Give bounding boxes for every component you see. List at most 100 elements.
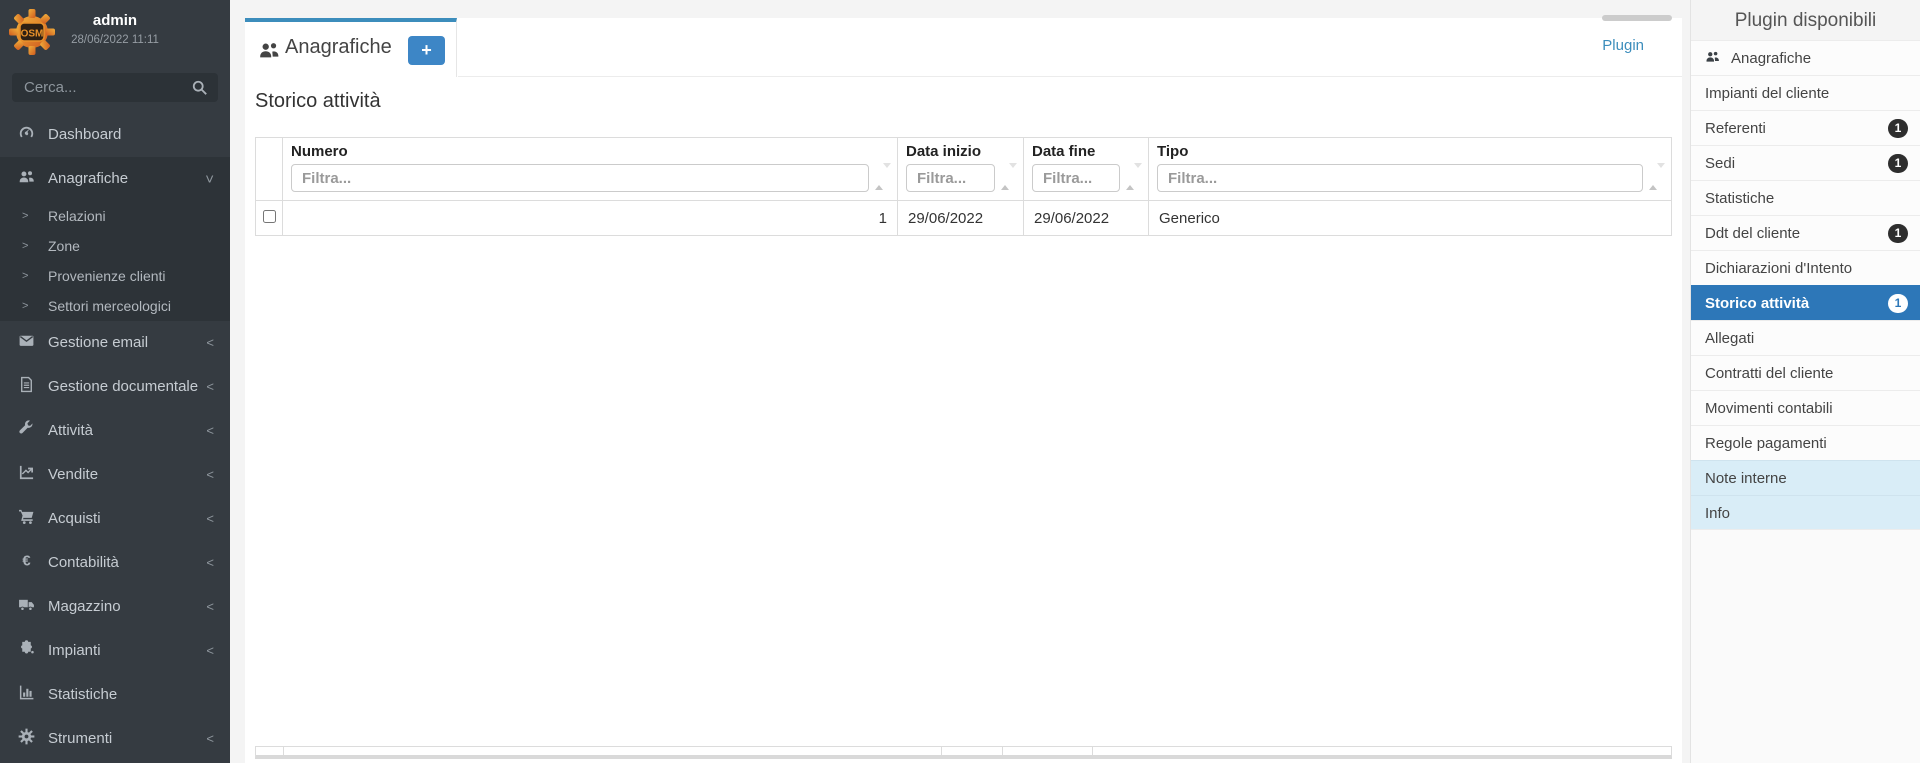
section-title: Storico attività bbox=[255, 90, 381, 113]
column-label: Data fine bbox=[1032, 143, 1140, 160]
plugin-link[interactable]: Plugin bbox=[1602, 37, 1644, 54]
plugin-item-allegati[interactable]: Allegati bbox=[1691, 320, 1920, 355]
sort-icon[interactable] bbox=[1126, 168, 1136, 185]
sidebar-item-gestione-documentale[interactable]: Gestione documentale bbox=[0, 365, 230, 409]
row-checkbox[interactable] bbox=[263, 210, 276, 223]
plugin-item-label: Info bbox=[1705, 505, 1730, 522]
main-area: Anagrafiche + Plugin Storico attività Nu… bbox=[230, 0, 1690, 763]
scrollbar-thumb[interactable] bbox=[1602, 15, 1672, 21]
sidebar-item-magazzino[interactable]: Magazzino bbox=[0, 585, 230, 629]
sidebar-subitem-settori-merceologici[interactable]: Settori merceologici bbox=[0, 291, 230, 321]
chevron-left-icon bbox=[206, 409, 214, 453]
sidebar-item-label: Statistiche bbox=[48, 686, 117, 703]
sidebar-item-impianti[interactable]: Impianti bbox=[0, 629, 230, 673]
users-icon bbox=[258, 39, 280, 61]
header-tipo: Tipo bbox=[1149, 138, 1672, 201]
column-label: Tipo bbox=[1157, 143, 1663, 160]
column-label: Data inizio bbox=[906, 143, 1015, 160]
sidebar-item-label: Vendite bbox=[48, 466, 98, 483]
plugin-item-statistiche[interactable]: Statistiche bbox=[1691, 180, 1920, 215]
plugin-item-label: Storico attività bbox=[1705, 295, 1809, 312]
chevron-down-icon bbox=[205, 158, 214, 202]
sidebar-subitem-relazioni[interactable]: Relazioni bbox=[0, 201, 230, 231]
plugin-item-anagrafiche[interactable]: Anagrafiche bbox=[1691, 40, 1920, 75]
plugin-item-contratti-del-cliente[interactable]: Contratti del cliente bbox=[1691, 355, 1920, 390]
cell-data-fine: 29/06/2022 bbox=[1024, 201, 1149, 236]
search-icon[interactable] bbox=[191, 79, 208, 96]
sidebar-subitem-zone[interactable]: Zone bbox=[0, 231, 230, 261]
sidebar-item-gestione-email[interactable]: Gestione email bbox=[0, 321, 230, 365]
cart-icon bbox=[18, 499, 38, 515]
tab-anagrafiche[interactable]: Anagrafiche + bbox=[245, 18, 457, 77]
plugin-item-regole-pagamenti[interactable]: Regole pagamenti bbox=[1691, 425, 1920, 460]
sidebar-subitem-provenienze-clienti[interactable]: Provenienze clienti bbox=[0, 261, 230, 291]
add-record-button[interactable]: + bbox=[408, 36, 445, 65]
chart-line-icon bbox=[18, 455, 38, 471]
search-input[interactable] bbox=[12, 73, 218, 102]
sidebar-menu: Dashboard Anagrafiche Relazioni Zone Pro… bbox=[0, 113, 230, 761]
plugin-item-ddt-del-cliente[interactable]: Ddt del cliente 1 bbox=[1691, 215, 1920, 250]
sidebar-item-acquisti[interactable]: Acquisti bbox=[0, 497, 230, 541]
sidebar-item-label: Acquisti bbox=[48, 510, 101, 527]
plugin-item-label: Anagrafiche bbox=[1731, 50, 1811, 67]
plugin-item-label: Movimenti contabili bbox=[1705, 400, 1833, 417]
header-numero: Numero bbox=[283, 138, 898, 201]
plugin-item-sedi[interactable]: Sedi 1 bbox=[1691, 145, 1920, 180]
filter-data-fine-input[interactable] bbox=[1032, 164, 1120, 192]
subitem-label: Zone bbox=[48, 238, 80, 254]
logo-text: OSM bbox=[21, 29, 44, 40]
count-badge: 1 bbox=[1888, 294, 1908, 313]
plugin-item-label: Statistiche bbox=[1705, 190, 1774, 207]
table-row[interactable]: 1 29/06/2022 29/06/2022 Generico bbox=[256, 201, 1672, 236]
sidebar-item-contabilita[interactable]: Contabilità bbox=[0, 541, 230, 585]
left-sidebar: OSM admin 28/06/2022 11:11 Dashboard Ana… bbox=[0, 0, 230, 763]
sidebar-item-statistiche[interactable]: Statistiche bbox=[0, 673, 230, 717]
plugin-item-label: Regole pagamenti bbox=[1705, 435, 1827, 452]
filter-tipo-input[interactable] bbox=[1157, 164, 1643, 192]
sidebar-item-label: Gestione documentale bbox=[48, 378, 198, 395]
sidebar-item-label: Magazzino bbox=[48, 598, 121, 615]
plugin-item-label: Note interne bbox=[1705, 470, 1787, 487]
content-panel: Anagrafiche + Plugin Storico attività Nu… bbox=[245, 18, 1682, 763]
euro-icon bbox=[18, 543, 38, 559]
partial-table-strip bbox=[255, 746, 1672, 759]
sort-icon[interactable] bbox=[1649, 168, 1659, 185]
gauge-icon bbox=[18, 115, 38, 131]
plugin-panel-title: Plugin disponibili bbox=[1691, 0, 1920, 40]
plugin-item-info[interactable]: Info bbox=[1691, 495, 1920, 530]
plugin-item-label: Contratti del cliente bbox=[1705, 365, 1833, 382]
chevron-left-icon bbox=[206, 541, 214, 585]
plugin-item-label: Allegati bbox=[1705, 330, 1754, 347]
filter-numero-input[interactable] bbox=[291, 164, 869, 192]
plugin-item-storico-attivita[interactable]: Storico attività 1 bbox=[1691, 285, 1920, 320]
plugin-item-impianti-del-cliente[interactable]: Impianti del cliente bbox=[1691, 75, 1920, 110]
plugin-item-dichiarazioni-dintento[interactable]: Dichiarazioni d'Intento bbox=[1691, 250, 1920, 285]
sidebar-item-label: Gestione email bbox=[48, 334, 148, 351]
sidebar-item-label: Strumenti bbox=[48, 730, 112, 747]
filter-data-inizio-input[interactable] bbox=[906, 164, 995, 192]
cell-numero: 1 bbox=[283, 201, 898, 236]
sidebar-item-anagrafiche[interactable]: Anagrafiche bbox=[0, 157, 230, 201]
plugin-item-label: Ddt del cliente bbox=[1705, 225, 1800, 242]
cell-data-inizio: 29/06/2022 bbox=[898, 201, 1024, 236]
sidebar-item-label: Anagrafiche bbox=[48, 170, 128, 187]
plugin-item-label: Dichiarazioni d'Intento bbox=[1705, 260, 1852, 277]
sidebar-search bbox=[12, 73, 218, 102]
sort-icon[interactable] bbox=[875, 168, 885, 185]
plugin-item-note-interne[interactable]: Note interne bbox=[1691, 460, 1920, 495]
tab-label: Anagrafiche bbox=[285, 36, 392, 59]
plugin-item-referenti[interactable]: Referenti 1 bbox=[1691, 110, 1920, 145]
header-data-fine: Data fine bbox=[1024, 138, 1149, 201]
plugin-item-movimenti-contabili[interactable]: Movimenti contabili bbox=[1691, 390, 1920, 425]
sidebar-group-anagrafiche: Anagrafiche Relazioni Zone Provenienze c… bbox=[0, 157, 230, 321]
sidebar-item-vendite[interactable]: Vendite bbox=[0, 453, 230, 497]
subitem-label: Settori merceologici bbox=[48, 298, 171, 314]
sort-icon[interactable] bbox=[1001, 168, 1011, 185]
plugin-item-label: Referenti bbox=[1705, 120, 1766, 137]
plugin-item-label: Impianti del cliente bbox=[1705, 85, 1829, 102]
sidebar-item-strumenti[interactable]: Strumenti bbox=[0, 717, 230, 761]
sidebar-item-attivita[interactable]: Attività bbox=[0, 409, 230, 453]
osm-logo-icon[interactable]: OSM bbox=[8, 8, 56, 56]
sidebar-item-dashboard[interactable]: Dashboard bbox=[0, 113, 230, 157]
sidebar-item-label: Impianti bbox=[48, 642, 101, 659]
